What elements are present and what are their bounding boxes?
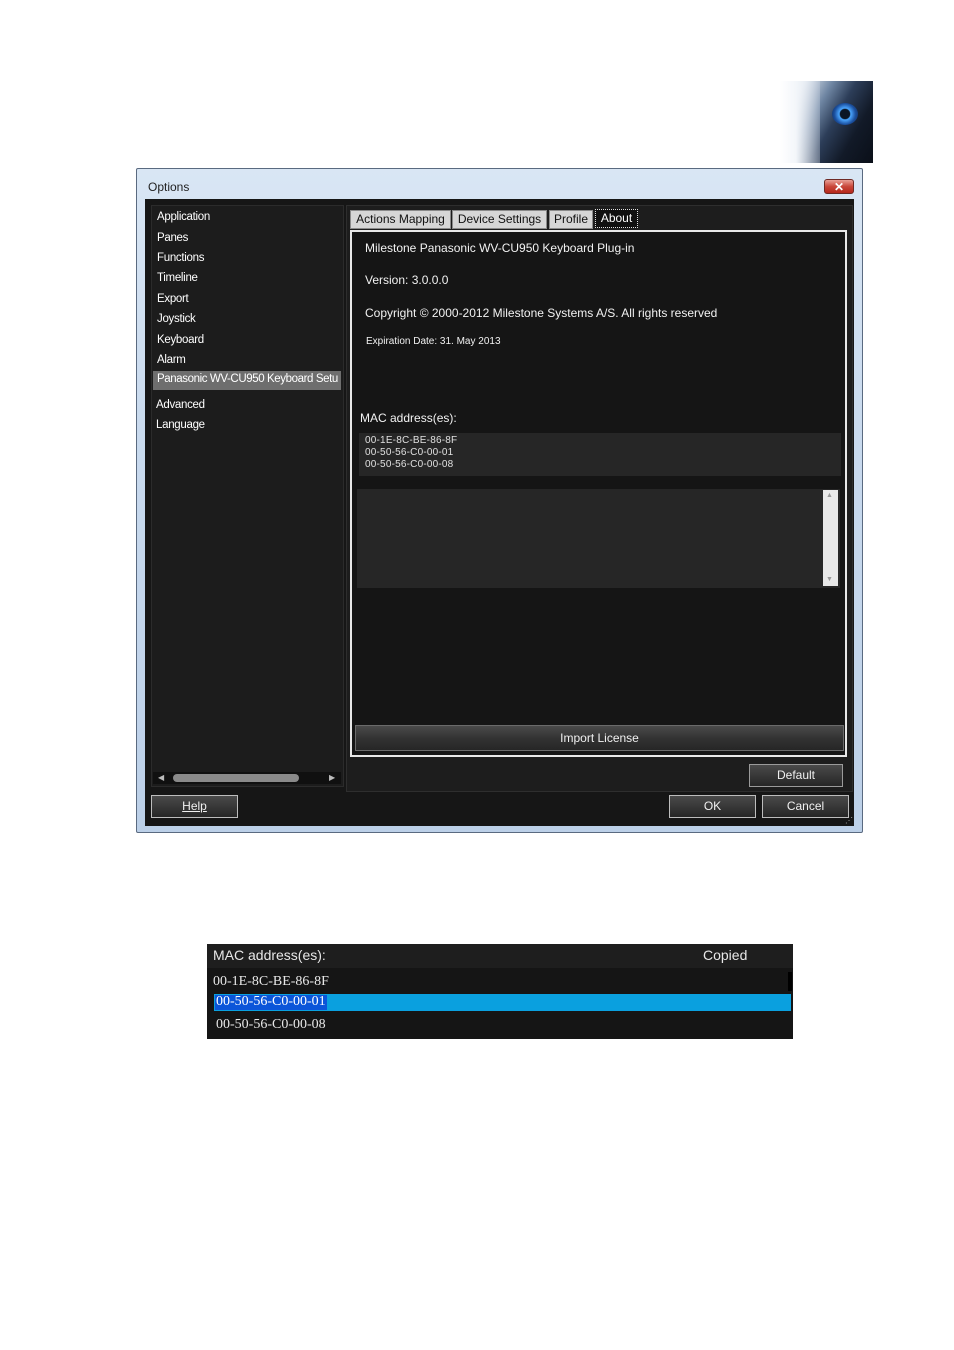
about-tab-content: Milestone Panasonic WV-CU950 Keyboard Pl…	[350, 230, 847, 757]
import-license-button[interactable]: Import License	[355, 725, 844, 751]
mac-address-list[interactable]: 00-1E-8C-BE-86-8F 00-50-56-C0-00-01 00-5…	[359, 433, 841, 476]
scroll-right-icon[interactable]: ▶	[329, 772, 335, 784]
license-textarea[interactable]: ▲ ▼	[357, 489, 840, 588]
list-item[interactable]: 00-1E-8C-BE-86-8F	[365, 435, 457, 446]
window-title: Options	[148, 180, 190, 194]
tab-profile[interactable]: Profile	[549, 210, 593, 229]
sidebar-item-panes[interactable]: Panes	[157, 232, 188, 244]
list-item[interactable]: 00-50-56-C0-00-08	[216, 1017, 326, 1033]
close-icon[interactable]: ✕	[824, 179, 854, 194]
sidebar-item-joystick[interactable]: Joystick	[157, 313, 196, 325]
window-client-area: Application Panes Functions Timeline Exp…	[145, 199, 854, 826]
milestone-wolf-logo	[780, 81, 873, 163]
list-edge	[788, 972, 792, 991]
sidebar-item-advanced[interactable]: Advanced	[156, 399, 205, 411]
scroll-left-icon[interactable]: ◀	[158, 772, 164, 784]
sidebar-item-export[interactable]: Export	[157, 293, 189, 305]
mac-address-label: MAC address(es):	[360, 411, 457, 425]
options-window: Options ✕ Application Panes Functions Ti…	[136, 168, 863, 833]
copyright-text: Copyright © 2000-2012 Milestone Systems …	[365, 306, 718, 320]
copied-status: Copied	[703, 947, 748, 963]
tab-device-settings[interactable]: Device Settings	[452, 210, 547, 229]
zoom-mac-label: MAC address(es):	[213, 947, 326, 963]
version-text: Version: 3.0.0.0	[365, 273, 449, 287]
default-button[interactable]: Default	[749, 764, 843, 787]
scroll-down-icon[interactable]: ▼	[826, 576, 833, 583]
list-item[interactable]: 00-50-56-C0-00-08	[365, 459, 453, 470]
settings-panel: Actions Mapping Device Settings Profile …	[346, 205, 853, 792]
tab-about[interactable]: About	[595, 209, 638, 228]
sidebar-item-application[interactable]: Application	[157, 211, 210, 223]
wolf-fur	[780, 81, 820, 163]
mac-address-zoom: MAC address(es): Copied 00-1E-8C-BE-86-8…	[207, 944, 793, 1039]
sidebar-item-panasonic-keyboard-setup[interactable]: Panasonic WV-CU950 Keyboard Setu	[153, 371, 341, 390]
cancel-button[interactable]: Cancel	[762, 795, 849, 818]
sidebar-item-timeline[interactable]: Timeline	[157, 272, 198, 284]
list-item-selected[interactable]: 00-50-56-C0-00-01	[216, 994, 326, 1010]
wolf-eye	[832, 103, 858, 125]
license-vertical-scrollbar[interactable]: ▲ ▼	[823, 490, 838, 586]
sidebar-item-functions[interactable]: Functions	[157, 252, 204, 264]
product-name: Milestone Panasonic WV-CU950 Keyboard Pl…	[365, 241, 635, 255]
scroll-up-icon[interactable]: ▲	[826, 492, 833, 499]
expiration-date: Expiration Date: 31. May 2013	[366, 336, 501, 347]
scrollbar-thumb[interactable]	[173, 774, 299, 782]
list-item[interactable]: 00-1E-8C-BE-86-8F	[213, 974, 329, 990]
sidebar-item-alarm[interactable]: Alarm	[157, 354, 186, 366]
tab-actions-mapping[interactable]: Actions Mapping	[350, 210, 451, 229]
sidebar-item-label: Panasonic WV-CU950 Keyboard Setu	[157, 373, 338, 385]
help-button[interactable]: Help	[151, 795, 238, 818]
sidebar-horizontal-scrollbar[interactable]: ◀ ▶	[153, 772, 341, 784]
options-sidebar: Application Panes Functions Timeline Exp…	[151, 205, 344, 787]
sidebar-item-keyboard[interactable]: Keyboard	[157, 334, 204, 346]
sidebar-item-language[interactable]: Language	[156, 419, 205, 431]
list-item[interactable]: 00-50-56-C0-00-01	[365, 447, 453, 458]
resize-grip-icon[interactable]: ⋰	[845, 816, 853, 825]
ok-button[interactable]: OK	[669, 795, 756, 818]
